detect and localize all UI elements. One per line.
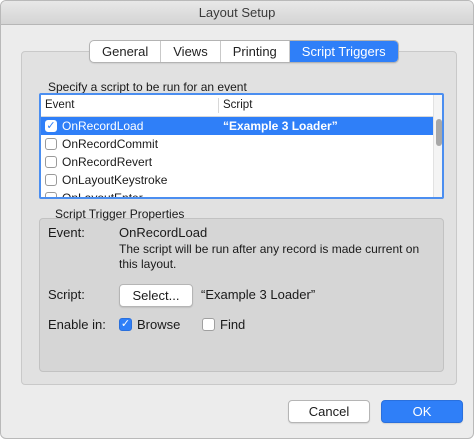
list-item[interactable]: OnRecordCommit: [41, 135, 433, 153]
event-checkbox[interactable]: [45, 192, 57, 197]
ok-button[interactable]: OK: [381, 400, 463, 423]
event-name: OnRecordCommit: [62, 137, 159, 151]
event-label: Event:: [48, 225, 85, 240]
event-name: OnLayoutKeystroke: [62, 173, 168, 187]
list-item[interactable]: OnRecordRevert: [41, 153, 433, 171]
find-label[interactable]: Find: [220, 317, 245, 332]
event-value: OnRecordLoad: [119, 225, 208, 240]
properties-heading: Script Trigger Properties: [55, 207, 185, 221]
list-header: Event Script: [41, 95, 433, 117]
scrollbar-thumb[interactable]: [436, 119, 442, 146]
tab-views[interactable]: Views: [161, 41, 221, 62]
column-header-event[interactable]: Event: [45, 99, 74, 111]
cancel-button[interactable]: Cancel: [288, 400, 370, 423]
script-value: “Example 3 Loader”: [201, 287, 316, 302]
event-checkbox[interactable]: [45, 174, 57, 186]
list-item[interactable]: OnLayoutKeystroke: [41, 171, 433, 189]
column-divider: [218, 98, 219, 113]
event-checkbox[interactable]: [45, 156, 57, 168]
column-header-script[interactable]: Script: [223, 99, 252, 111]
event-script: “Example 3 Loader”: [223, 119, 338, 133]
enable-in-label: Enable in:: [48, 317, 106, 332]
event-list[interactable]: Event Script ✓ OnRecordLoad “Example 3 L…: [39, 93, 444, 199]
browse-label[interactable]: Browse: [137, 317, 180, 332]
select-script-button[interactable]: Select...: [119, 284, 193, 307]
event-name: OnLayoutEnter: [62, 191, 143, 199]
tab-general[interactable]: General: [90, 41, 162, 62]
event-checkbox[interactable]: [45, 138, 57, 150]
tab-printing[interactable]: Printing: [221, 41, 290, 62]
event-description-line1: The script will be run after any record …: [119, 242, 420, 256]
tab-script-triggers[interactable]: Script Triggers: [289, 41, 398, 62]
tab-bar: General Views Printing Script Triggers: [89, 40, 399, 63]
event-description-line2: this layout.: [119, 257, 177, 271]
event-list-heading: Specify a script to be run for an event: [48, 80, 247, 94]
layout-setup-dialog: Layout Setup General Views Printing Scri…: [0, 0, 474, 439]
window-title: Layout Setup: [1, 1, 473, 25]
list-item[interactable]: OnLayoutEnter: [41, 189, 433, 199]
event-name: OnRecordRevert: [62, 155, 153, 169]
script-label: Script:: [48, 287, 85, 302]
event-name: OnRecordLoad: [62, 119, 144, 133]
browse-checkbox[interactable]: ✓: [119, 318, 132, 331]
event-checkbox[interactable]: ✓: [45, 120, 57, 132]
list-item[interactable]: ✓ OnRecordLoad “Example 3 Loader”: [41, 117, 433, 135]
list-scrollbar[interactable]: [433, 95, 442, 197]
find-checkbox[interactable]: [202, 318, 215, 331]
